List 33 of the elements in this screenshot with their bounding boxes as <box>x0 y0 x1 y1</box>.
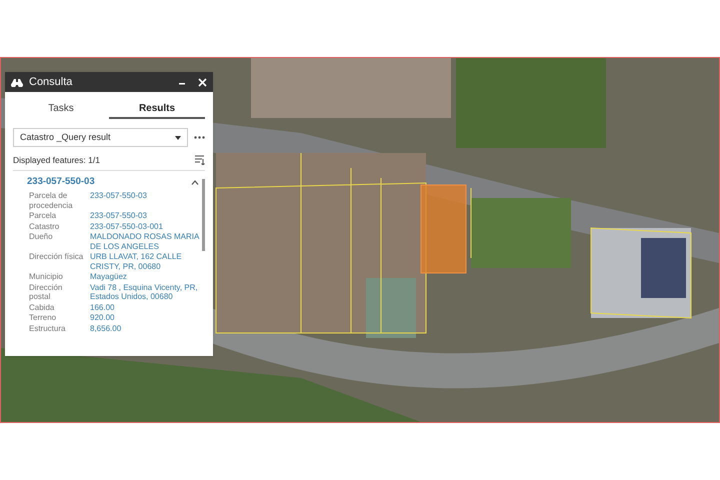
caret-icon <box>175 136 181 140</box>
field-label: Dueño <box>29 232 54 244</box>
field-value: MALDONADO ROSAS MARIA DE LOS ANGELES <box>90 232 200 252</box>
close-icon[interactable] <box>198 78 207 86</box>
window-title: Consulta <box>29 74 74 90</box>
field-value: Vadi 78 , Esquina Vicenty, PR, Estados Unidos, 00680 <box>90 282 199 302</box>
field-value: URB LLAVAT, 162 CALLE CRISTY, PR, 00680 <box>90 252 183 272</box>
layer-select[interactable]: Catastro _Query result <box>13 128 188 147</box>
field-label: Dirección física <box>29 252 84 264</box>
result-title[interactable]: 233-057-550-03 <box>27 175 191 190</box>
sort-list-icon[interactable] <box>195 155 205 165</box>
field-label: Parcela de procedencia <box>29 191 74 210</box>
field-value: 920.00 <box>90 313 116 323</box>
more-options-icon[interactable] <box>194 136 205 139</box>
field-value: 233-057-550-03 <box>90 211 148 221</box>
field-label: Cabida <box>29 302 56 312</box>
tab[interactable]: Tasks <box>13 100 109 119</box>
field-label: Terreno <box>29 313 58 323</box>
chevron-icon[interactable] <box>191 180 199 185</box>
field-label: Catastro <box>29 222 60 232</box>
binoculars-icon <box>11 78 23 86</box>
field-label: Parcela <box>29 211 58 221</box>
field-label: Estructura <box>29 324 66 334</box>
field-value: Mayagüez <box>90 272 128 282</box>
scrollbar[interactable] <box>202 179 205 251</box>
field-label: Dirección postal <box>29 282 64 302</box>
field-label: Municipio <box>29 272 64 282</box>
displayed-features-count: Displayed features: 1/1 <box>13 154 101 166</box>
field-value: 8,656.00 <box>90 324 122 334</box>
field-value: 233-057-550-03 <box>90 191 148 202</box>
field-value: 233-057-550-03-001 <box>90 222 164 232</box>
tab[interactable]: Results <box>109 100 205 119</box>
field-value: 166.00 <box>90 302 116 312</box>
